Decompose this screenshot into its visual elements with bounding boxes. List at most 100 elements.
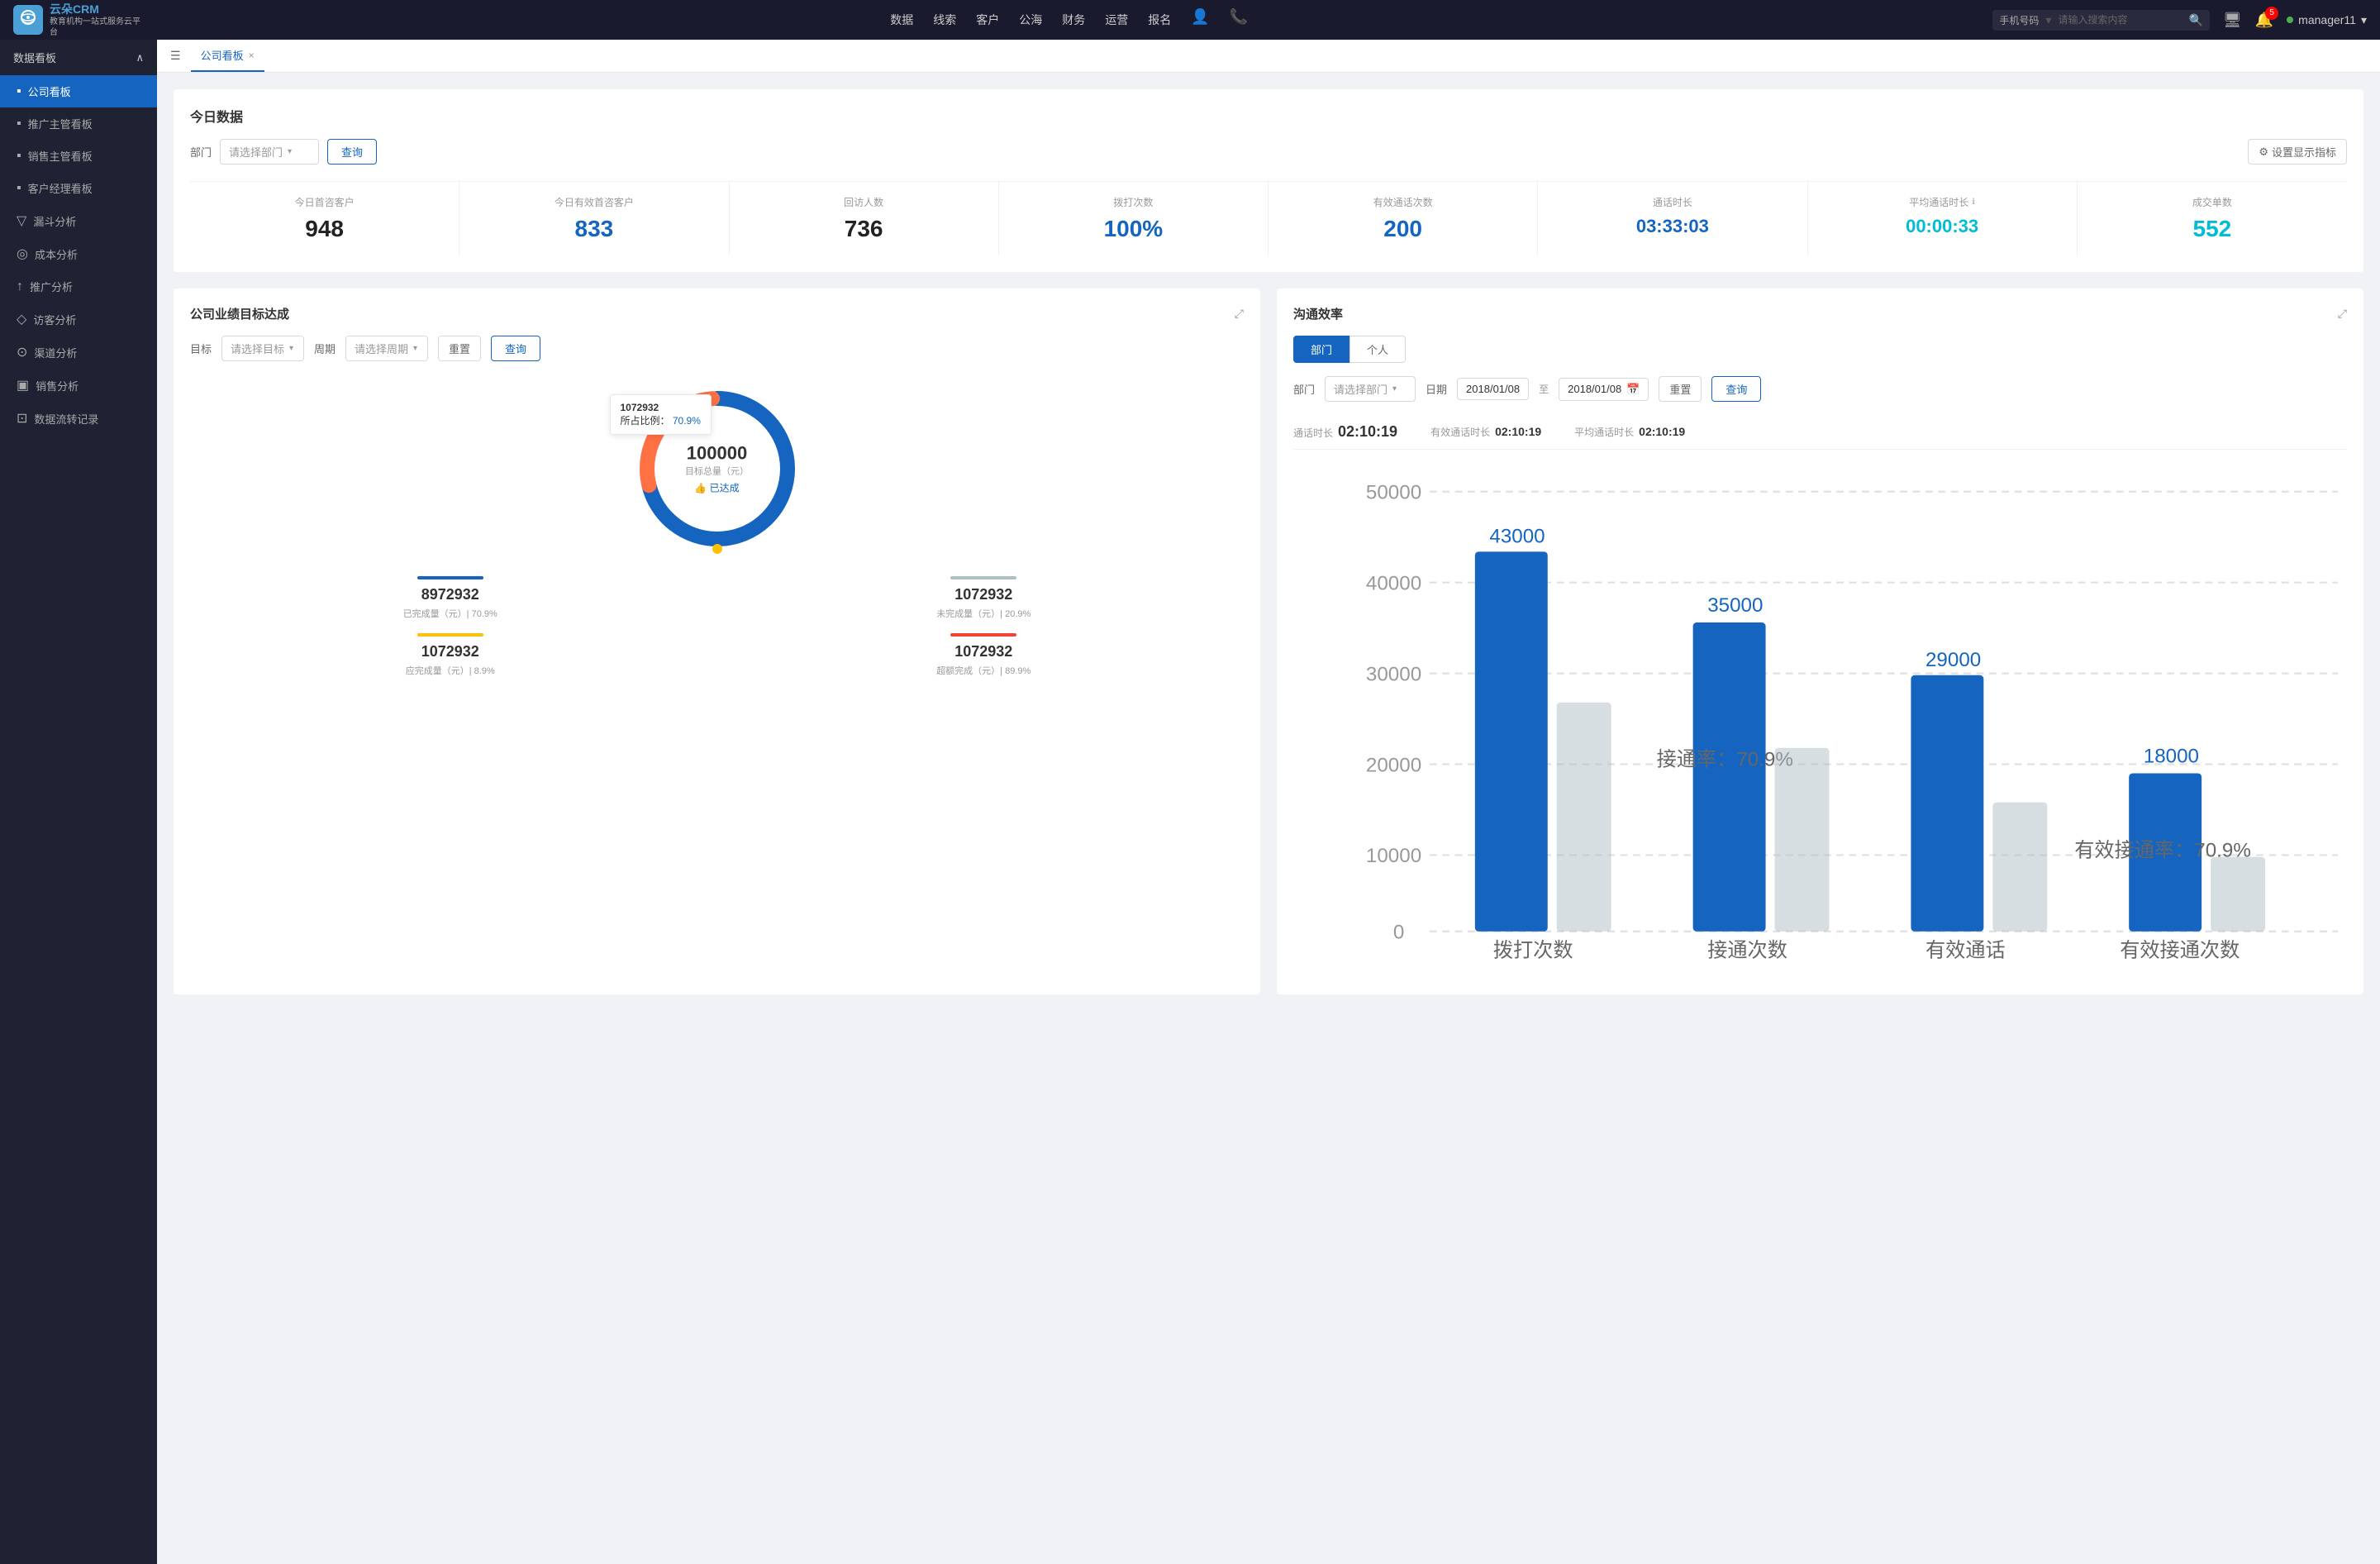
sidebar-sales-manager-label: 销售主管看板 xyxy=(28,148,93,164)
tab-close-icon[interactable]: × xyxy=(249,50,255,61)
bottom-panels: 公司业绩目标达成 ⤢ 目标 请选择目标 ▾ 周期 请选择周期 ▾ 重置 查询 xyxy=(174,288,2363,994)
comm-effective-duration-value: 02:10:19 xyxy=(1495,425,1541,438)
goal-filter-row: 目标 请选择目标 ▾ 周期 请选择周期 ▾ 重置 查询 xyxy=(190,336,1244,361)
sidebar-item-sales[interactable]: ▣ 销售分析 xyxy=(0,369,157,402)
nav-leads[interactable]: 线索 xyxy=(933,8,956,31)
sidebar: 数据看板 ∧ ▪ 公司看板 ▪ 推广主管看板 ▪ 销售主管看板 ▪ 客户经理看板… xyxy=(0,40,157,1564)
user-icon[interactable]: 👤 xyxy=(1191,8,1209,31)
donut-sub-label: 目标总量（元） xyxy=(685,465,749,478)
online-dot xyxy=(2287,17,2293,23)
sidebar-item-data-flow[interactable]: ⊡ 数据流转记录 xyxy=(0,402,157,435)
comm-expand-icon[interactable]: ⤢ xyxy=(2338,307,2347,321)
goal-stat-completed-label: 已完成量（元）| 70.9% xyxy=(190,607,711,620)
phone-icon[interactable]: 📞 xyxy=(1230,8,1248,31)
comm-reset-btn[interactable]: 重置 xyxy=(1659,376,1702,402)
bar-chart-area: 50000 40000 30000 20000 10000 0 xyxy=(1293,466,2347,978)
user-info[interactable]: manager11 ▾ xyxy=(2287,13,2367,27)
comm-stat-effective-duration: 有效通话时长 02:10:19 xyxy=(1430,425,1541,439)
svg-text:29000: 29000 xyxy=(1925,649,1981,671)
comm-query-btn[interactable]: 查询 xyxy=(1711,376,1761,402)
today-query-btn[interactable]: 查询 xyxy=(327,139,377,165)
tab-menu-icon[interactable]: ☰ xyxy=(170,49,181,63)
nav-signup[interactable]: 报名 xyxy=(1148,8,1171,31)
metric-deal-count: 成交单数 552 xyxy=(2078,182,2347,255)
nav-public-sea[interactable]: 公海 xyxy=(1019,8,1042,31)
sidebar-item-cost[interactable]: ◎ 成本分析 xyxy=(0,237,157,270)
dept-select[interactable]: 请选择部门 ▾ xyxy=(220,139,319,165)
nav-finance[interactable]: 财务 xyxy=(1062,8,1085,31)
donut-chart-wrapper: 1072932 所占比例： 70.9% xyxy=(626,378,808,560)
tooltip-value: 1072932 xyxy=(621,402,701,413)
period-arrow: ▾ xyxy=(413,344,417,353)
comm-panel-title: 沟通效率 xyxy=(1293,305,1343,322)
comm-duration-value: 02:10:19 xyxy=(1338,423,1397,441)
goal-stat-bar-incomplete xyxy=(950,576,1016,579)
metric-call-duration: 通话时长 03:33:03 xyxy=(1538,182,1807,255)
sidebar-item-promotion[interactable]: ↑ 推广分析 xyxy=(0,270,157,303)
goal-select[interactable]: 请选择目标 ▾ xyxy=(221,336,304,361)
account-manager-icon: ▪ xyxy=(17,181,21,196)
comm-tabs: 部门 个人 xyxy=(1293,336,2347,363)
goal-query-btn[interactable]: 查询 xyxy=(491,336,540,361)
date-separator: 至 xyxy=(1539,382,1549,396)
goal-stat-incomplete: 1072932 未完成量（元）| 20.9% xyxy=(724,576,1245,620)
metric-4-value: 200 xyxy=(1278,216,1527,242)
date-end-input[interactable]: 2018/01/08 📅 xyxy=(1559,378,1649,401)
sidebar-item-account-manager[interactable]: ▪ 客户经理看板 xyxy=(0,172,157,204)
funnel-icon: ▽ xyxy=(17,212,26,229)
goal-stat-expected: 1072932 应完成量（元）| 8.9% xyxy=(190,633,711,677)
search-box[interactable]: 手机号码 ▾ 🔍 xyxy=(1992,10,2209,31)
sidebar-item-channel[interactable]: ⊙ 渠道分析 xyxy=(0,336,157,369)
svg-text:40000: 40000 xyxy=(1366,572,1421,594)
comm-dept-select[interactable]: 请选择部门 ▾ xyxy=(1325,376,1416,402)
comm-tab-personal[interactable]: 个人 xyxy=(1349,336,1406,363)
sidebar-item-visitor[interactable]: ◇ 访客分析 xyxy=(0,303,157,336)
search-type[interactable]: 手机号码 xyxy=(1999,13,2039,27)
goal-reset-btn[interactable]: 重置 xyxy=(438,336,481,361)
comm-tab-dept[interactable]: 部门 xyxy=(1293,336,1349,363)
search-input[interactable] xyxy=(2058,14,2182,26)
goal-expand-icon[interactable]: ⤢ xyxy=(1235,307,1244,321)
comm-panel: 沟通效率 ⤢ 部门 个人 部门 请选择部门 ▾ 日期 2018/01/08 xyxy=(1277,288,2363,994)
comm-dept-placeholder: 请选择部门 xyxy=(1334,381,1388,397)
nav-operations[interactable]: 运营 xyxy=(1105,8,1128,31)
sales-icon: ▣ xyxy=(17,377,29,393)
comm-avg-duration-value: 02:10:19 xyxy=(1639,425,1685,438)
search-icon[interactable]: 🔍 xyxy=(2188,13,2202,27)
svg-text:20000: 20000 xyxy=(1366,754,1421,776)
nav-data[interactable]: 数据 xyxy=(890,8,913,31)
settings-btn[interactable]: ⚙ 设置显示指标 xyxy=(2248,139,2347,165)
comm-stats-row: 通话时长 02:10:19 有效通话时长 02:10:19 平均通话时长 02:… xyxy=(1293,415,2347,450)
monitor-icon[interactable]: 🖥 xyxy=(2223,12,2242,29)
svg-text:50000: 50000 xyxy=(1366,482,1421,504)
svg-text:0: 0 xyxy=(1393,922,1404,944)
svg-text:有效接通次数: 有效接通次数 xyxy=(2120,940,2240,962)
goal-stat-exceeded-label: 超额完成（元）| 89.9% xyxy=(724,664,1245,677)
metric-1-label: 今日有效首咨客户 xyxy=(555,195,634,209)
comm-dept-arrow: ▾ xyxy=(1392,384,1397,393)
sidebar-item-company-board[interactable]: ▪ 公司看板 xyxy=(0,75,157,107)
period-select[interactable]: 请选择周期 ▾ xyxy=(345,336,428,361)
nav-customer[interactable]: 客户 xyxy=(976,8,999,31)
goal-arrow: ▾ xyxy=(289,344,293,353)
metric-effective-calls: 有效通话次数 200 xyxy=(1269,182,1538,255)
sidebar-sales-label: 销售分析 xyxy=(36,378,79,393)
comm-duration-label: 通话时长 xyxy=(1293,426,1333,440)
goal-stat-bar-completed xyxy=(417,576,483,579)
sidebar-company-board-label: 公司看板 xyxy=(28,83,71,99)
sidebar-section-header[interactable]: 数据看板 ∧ xyxy=(0,40,157,75)
sidebar-collapse-icon[interactable]: ∧ xyxy=(136,51,144,64)
comm-date-label: 日期 xyxy=(1426,381,1447,397)
date-start-input[interactable]: 2018/01/08 xyxy=(1457,378,1529,400)
sidebar-item-promotion-manager[interactable]: ▪ 推广主管看板 xyxy=(0,107,157,140)
company-board-icon: ▪ xyxy=(17,84,21,99)
goal-stat-exceeded-value: 1072932 xyxy=(724,643,1245,660)
metric-first-consult: 今日首咨客户 948 xyxy=(190,182,459,255)
metrics-grid: 今日首咨客户 948 今日有效首咨客户 833 回访人数 736 拨打次数 10… xyxy=(190,181,2347,255)
sidebar-item-sales-manager[interactable]: ▪ 销售主管看板 xyxy=(0,140,157,172)
sidebar-item-funnel[interactable]: ▽ 漏斗分析 xyxy=(0,204,157,237)
notification-wrapper: 🔔 5 xyxy=(2255,12,2273,29)
tab-company-board[interactable]: 公司看板 × xyxy=(191,40,264,72)
bar-chart-svg: 50000 40000 30000 20000 10000 0 xyxy=(1293,466,2347,975)
today-data-panel: 今日数据 部门 请选择部门 ▾ 查询 ⚙ 设置显示指标 今日首咨客户 xyxy=(174,89,2363,272)
